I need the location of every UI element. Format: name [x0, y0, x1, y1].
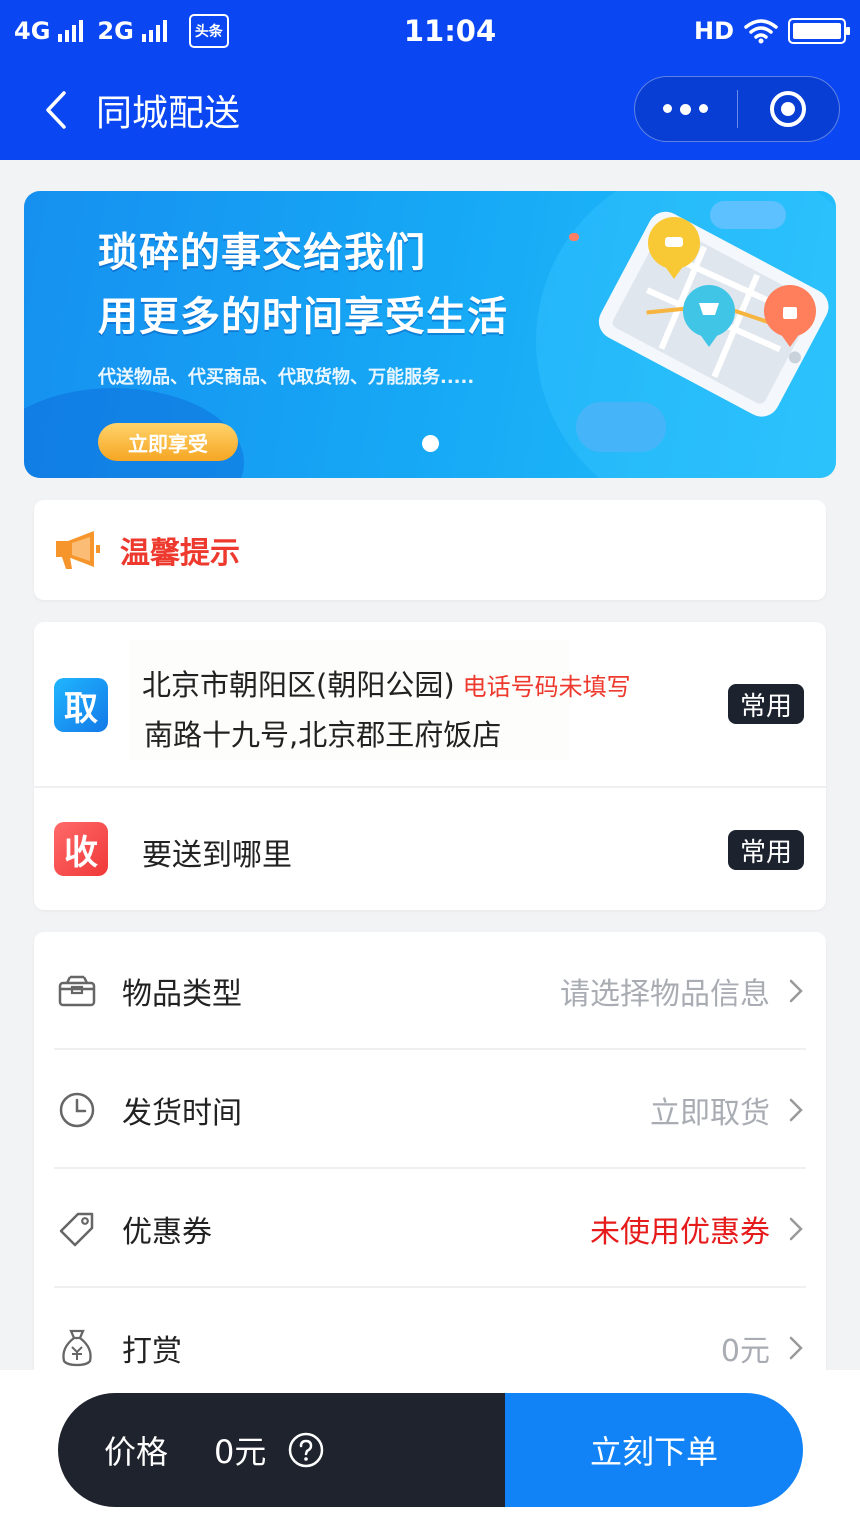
divider [54, 1167, 806, 1169]
tag-icon [54, 1206, 100, 1252]
status-bar: 4G 2G 头条 11:04 HD [0, 0, 860, 62]
question-icon[interactable] [288, 1432, 324, 1468]
tip-label: 温馨提示 [120, 536, 240, 571]
wifi-icon [744, 19, 778, 44]
hd-indicator: HD [693, 17, 734, 45]
option-ship-time[interactable]: 发货时间 立即取货 [54, 1051, 806, 1169]
option-label: 物品类型 [122, 977, 242, 1012]
network-type-2: 2G [97, 17, 134, 45]
chevron-right-icon [789, 979, 803, 1003]
chevron-right-icon [789, 1217, 803, 1241]
chevron-right-icon [789, 1098, 803, 1122]
pickup-address-row[interactable]: 取 北京市朝阳区(朝阳公园) 电话号码未填写 南路十九号,北京郡王府饭店 常用 [34, 622, 826, 788]
pickup-address-line1: 北京市朝阳区(朝阳公园) 电话号码未填写 [142, 662, 631, 704]
pickup-address-text1: 北京市朝阳区(朝阳公园) [142, 668, 455, 702]
network-type-1: 4G [14, 17, 51, 45]
target-icon [770, 91, 807, 127]
dropoff-address-row[interactable]: 收 要送到哪里 常用 [34, 790, 826, 910]
tip-card[interactable]: 温馨提示 [34, 500, 826, 600]
option-value: 立即取货 [650, 1096, 770, 1131]
miniprogram-capsule [634, 76, 840, 142]
pickup-address: 北京市朝阳区(朝阳公园) 电话号码未填写 南路十九号,北京郡王府饭店 [130, 640, 631, 760]
box-icon [54, 968, 100, 1014]
page-title: 同城配送 [96, 93, 241, 134]
price-section: 价格 0元 [58, 1393, 505, 1507]
divider [54, 1048, 806, 1050]
close-miniprogram-button[interactable] [738, 77, 840, 141]
option-coupon[interactable]: 优惠券 未使用优惠券 [54, 1170, 806, 1288]
carousel-indicator[interactable] [422, 435, 439, 452]
megaphone-icon [56, 531, 100, 569]
signal-icon [141, 20, 167, 42]
promo-banner[interactable]: 琐碎的事交给我们 用更多的时间享受生活 代送物品、代买商品、代取货物、万能服务.… [24, 191, 836, 478]
app-notification-badge: 头条 [188, 14, 229, 48]
navigation-bar: 同城配送 [0, 70, 860, 150]
order-bar: 价格 0元 立刻下单 [58, 1393, 803, 1507]
option-item-type[interactable]: 物品类型 请选择物品信息 [54, 932, 806, 1050]
header: 4G 2G 头条 11:04 HD 同城配送 [0, 0, 860, 160]
banner-subtitle: 代送物品、代买商品、代取货物、万能服务..... [98, 367, 475, 388]
phone-missing-warning: 电话号码未填写 [462, 673, 631, 701]
option-label: 打赏 [122, 1334, 182, 1369]
divider [54, 1286, 806, 1288]
phone-map-illustration [569, 211, 829, 417]
more-button[interactable] [635, 77, 737, 141]
chevron-right-icon [789, 1336, 803, 1360]
option-label: 优惠券 [122, 1215, 212, 1250]
more-dots-icon [663, 103, 709, 115]
banner-headline-line1: 琐碎的事交给我们 [98, 230, 426, 276]
battery-icon [788, 18, 850, 44]
price-value: 0元 [214, 1433, 267, 1471]
option-value: 请选择物品信息 [560, 977, 770, 1012]
order-options-card: 物品类型 请选择物品信息 发货时间 立即取货 优惠券 未使用优惠券 打赏 0元 [34, 932, 826, 1382]
banner-cta-button[interactable]: 立即享受 [98, 423, 238, 461]
money-bag-icon [54, 1325, 100, 1371]
signal-icon [58, 20, 84, 42]
banner-headline-line2: 用更多的时间享受生活 [98, 294, 508, 340]
submit-order-button[interactable]: 立刻下单 [505, 1393, 803, 1507]
price-label: 价格 [104, 1433, 169, 1471]
clock-icon [54, 1087, 100, 1133]
option-value: 未使用优惠券 [590, 1215, 770, 1250]
option-value: 0元 [720, 1334, 770, 1369]
clock: 11:04 [403, 14, 497, 48]
pickup-badge: 取 [54, 678, 108, 732]
dropoff-frequent-button[interactable]: 常用 [728, 830, 804, 870]
back-button[interactable] [26, 80, 86, 140]
banner-headline: 琐碎的事交给我们 用更多的时间享受生活 [98, 221, 508, 349]
dropoff-badge: 收 [54, 822, 108, 876]
dropoff-placeholder: 要送到哪里 [142, 838, 292, 873]
option-label: 发货时间 [122, 1096, 242, 1131]
chevron-left-icon [46, 91, 66, 129]
address-card: 取 北京市朝阳区(朝阳公园) 电话号码未填写 南路十九号,北京郡王府饭店 常用 收… [34, 622, 826, 910]
pickup-address-line2: 南路十九号,北京郡王府饭店 [144, 718, 502, 752]
pickup-frequent-button[interactable]: 常用 [728, 684, 804, 724]
bottom-bar: 价格 0元 立刻下单 [0, 1370, 860, 1529]
